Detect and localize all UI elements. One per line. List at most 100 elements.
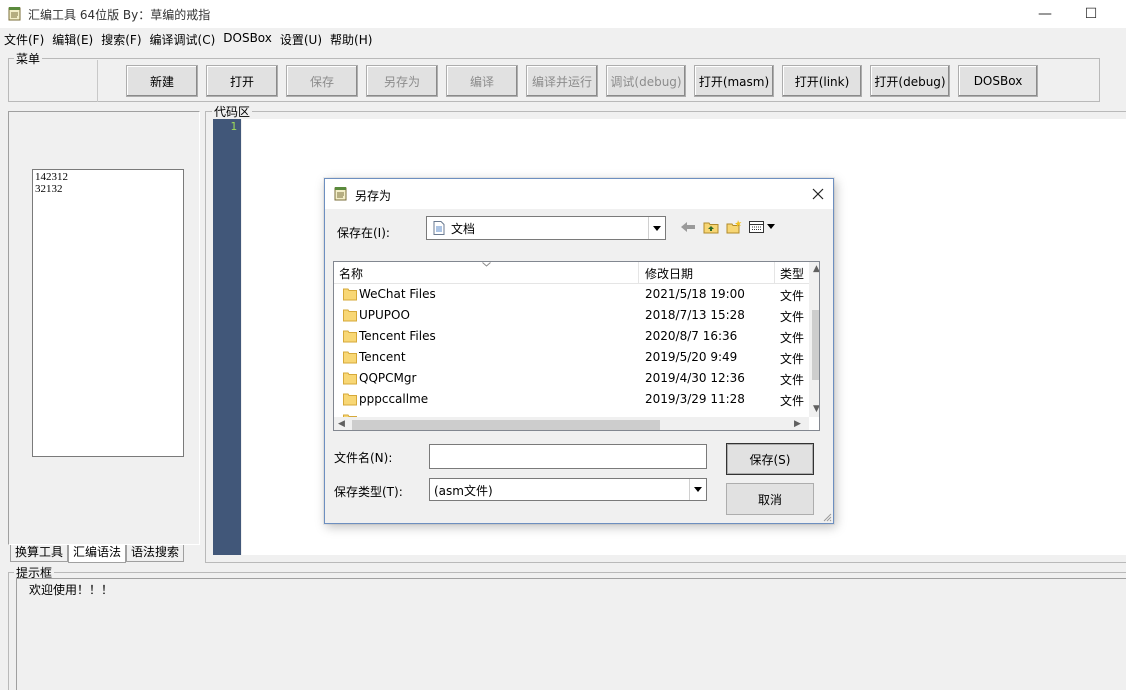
line-number-gutter: 1 — [213, 119, 241, 555]
resize-grip-icon[interactable] — [822, 512, 832, 522]
file-name: Tencent Files — [359, 329, 436, 343]
file-type: 文件 — [780, 310, 805, 324]
compile-run-button[interactable]: 编译并运行 — [526, 65, 598, 97]
maximize-button[interactable]: ☐ — [1068, 0, 1114, 28]
file-row[interactable]: pppccallme 2019/3/29 11:28 文件 — [334, 389, 819, 410]
vertical-scroll-thumb[interactable] — [812, 310, 819, 380]
file-type: 文件 — [780, 352, 805, 366]
compile-button[interactable]: 编译 — [446, 65, 518, 97]
minimize-button[interactable]: — — [1022, 0, 1068, 28]
menu-settings[interactable]: 设置(U) — [276, 29, 326, 49]
save-button[interactable]: 保存 — [286, 65, 358, 97]
sort-chevron-icon — [482, 262, 491, 267]
notepad-icon — [8, 7, 21, 21]
folder-icon — [343, 330, 357, 343]
tab-asm-syntax[interactable]: 汇编语法 — [68, 545, 127, 563]
dosbox-button[interactable]: DOSBox — [958, 65, 1038, 97]
file-row[interactable]: WeChat Files 2021/5/18 19:00 文件 — [334, 284, 819, 305]
menu-help[interactable]: 帮助(H) — [326, 29, 376, 49]
tab-syntax-search[interactable]: 语法搜索 — [126, 545, 185, 562]
save-in-combo[interactable]: 文档 — [426, 216, 666, 240]
new-folder-button[interactable] — [725, 219, 743, 235]
file-row[interactable]: UPUPOO 2018/7/13 15:28 文件 — [334, 305, 819, 326]
file-name: WeChat Files — [359, 287, 436, 301]
dialog-title-bar: 另存为 — [325, 179, 833, 209]
back-button[interactable] — [679, 219, 697, 235]
folder-icon — [343, 351, 357, 364]
column-separator[interactable] — [638, 262, 639, 284]
vertical-scrollbar[interactable]: ▲ ▼ — [809, 262, 819, 417]
column-type[interactable]: 类型 — [780, 265, 804, 282]
file-date: 2019/3/29 11:28 — [645, 392, 745, 406]
file-date: 2019/5/20 9:49 — [645, 350, 738, 364]
debug-button[interactable]: 调试(debug) — [606, 65, 686, 97]
scroll-up-icon[interactable]: ▲ — [813, 264, 819, 274]
left-tabs: 换算工具 汇编语法 语法搜索 — [10, 545, 185, 563]
close-icon — [812, 188, 824, 200]
new-folder-icon — [726, 220, 742, 234]
menu-compile-debug[interactable]: 编译调试(C) — [146, 29, 220, 49]
menu-dosbox[interactable]: DOSBox — [219, 29, 276, 49]
dialog-save-button[interactable]: 保存(S) — [726, 443, 814, 475]
hint-message: 欢迎使用！！！ — [29, 583, 114, 597]
open-link-button[interactable]: 打开(link) — [782, 65, 862, 97]
hint-area: 欢迎使用！！！ — [16, 578, 1126, 690]
folder-icon — [343, 393, 357, 406]
horizontal-scrollbar[interactable]: ◀ ▶ — [334, 417, 809, 430]
new-button[interactable]: 新建 — [126, 65, 198, 97]
file-row[interactable]: Tencent 2019/5/20 9:49 文件 — [334, 347, 819, 368]
menu-search[interactable]: 搜索(F) — [97, 29, 145, 49]
file-row[interactable]: Tencent Files 2020/8/7 16:36 文件 — [334, 326, 819, 347]
file-type: 文件 — [780, 373, 805, 387]
notepad-icon — [334, 187, 347, 201]
file-date: 2019/4/30 12:36 — [645, 371, 745, 385]
chevron-down-icon — [694, 487, 702, 492]
view-menu-icon — [749, 221, 775, 233]
filename-input[interactable] — [429, 444, 707, 469]
scroll-left-icon[interactable]: ◀ — [338, 419, 345, 429]
file-date: 2021/5/18 19:00 — [645, 287, 745, 301]
folder-icon — [343, 372, 357, 385]
horizontal-scroll-thumb[interactable] — [352, 420, 660, 430]
file-name: QQPCMgr — [359, 371, 417, 385]
line-number: 1 — [230, 120, 237, 133]
file-type: 文件 — [780, 289, 805, 303]
dialog-close-button[interactable] — [807, 183, 829, 205]
dialog-title: 另存为 — [355, 189, 392, 203]
filetype-dropdown[interactable] — [689, 479, 706, 500]
open-masm-button[interactable]: 打开(masm) — [694, 65, 774, 97]
menu-file[interactable]: 文件(F) — [0, 29, 48, 49]
column-name[interactable]: 名称 — [339, 265, 363, 282]
open-debug-button[interactable]: 打开(debug) — [870, 65, 950, 97]
filetype-combo[interactable]: (asm文件) — [429, 478, 707, 501]
open-button[interactable]: 打开 — [206, 65, 278, 97]
file-list-header: 名称 修改日期 类型 — [334, 262, 819, 284]
tab-conversion-tool[interactable]: 换算工具 — [10, 545, 69, 562]
folder-icon — [343, 288, 357, 301]
file-type: 文件 — [780, 331, 805, 345]
file-name: UPUPOO — [359, 308, 410, 322]
column-separator[interactable] — [774, 262, 775, 284]
file-date: 2020/8/7 16:36 — [645, 329, 738, 343]
code-area-legend: 代码区 — [212, 103, 253, 120]
dialog-cancel-button[interactable]: 取消 — [726, 483, 814, 515]
file-list[interactable]: 名称 修改日期 类型 WeChat Files 2021/5/18 19:00 … — [333, 261, 820, 431]
up-folder-button[interactable] — [702, 219, 720, 235]
scroll-right-icon[interactable]: ▶ — [794, 419, 801, 429]
file-type: 文件 — [780, 394, 805, 408]
column-date[interactable]: 修改日期 — [645, 265, 693, 282]
view-menu-button[interactable] — [748, 219, 778, 235]
save-in-dropdown[interactable] — [648, 217, 665, 239]
file-name: pppccallme — [359, 392, 429, 406]
window-title: 汇编工具 64位版 By：草编的戒指 — [28, 8, 211, 22]
list-item[interactable]: 32132 — [35, 183, 181, 195]
chevron-down-icon — [653, 225, 661, 231]
menu-edit[interactable]: 编辑(E) — [48, 29, 97, 49]
filename-label: 文件名(N): — [334, 451, 393, 465]
toolbar-legend: 菜单 — [14, 50, 43, 67]
syntax-list[interactable]: 142312 32132 — [32, 169, 184, 457]
save-as-button[interactable]: 另存为 — [366, 65, 438, 97]
file-row[interactable]: QQPCMgr 2019/4/30 12:36 文件 — [334, 368, 819, 389]
list-item[interactable]: 142312 — [35, 171, 181, 183]
scroll-down-icon[interactable]: ▼ — [813, 404, 819, 414]
